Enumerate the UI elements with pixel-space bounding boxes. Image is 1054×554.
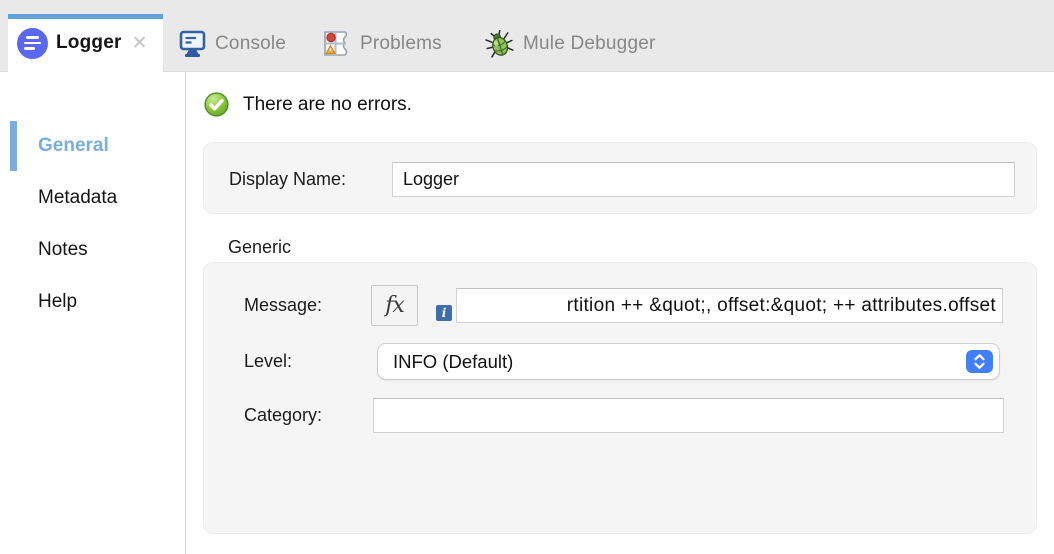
close-icon[interactable]: ✕ — [132, 34, 148, 53]
validation-status: There are no errors. — [204, 92, 412, 117]
expression-fx-button[interactable]: fx — [371, 285, 418, 326]
message-label: Message: — [244, 288, 322, 323]
tab-mule-debugger[interactable]: Mule Debugger — [485, 24, 656, 64]
editor-tab-bar: Logger ✕ Console Problems — [0, 0, 1054, 72]
tab-logger-label: Logger — [56, 32, 122, 54]
generic-section-title: Generic — [228, 237, 291, 258]
bug-icon — [485, 30, 514, 59]
sidebar-item-general-label: General — [38, 135, 109, 157]
tab-problems[interactable]: Problems — [321, 24, 442, 64]
category-label: Category: — [244, 398, 322, 433]
properties-sidebar: General Metadata Notes Help — [0, 72, 186, 554]
tab-logger[interactable]: Logger ✕ — [8, 14, 163, 72]
display-name-panel: Display Name: — [203, 142, 1037, 214]
level-select[interactable]: INFO (Default) — [378, 344, 999, 379]
sidebar-item-help[interactable]: Help — [0, 276, 185, 328]
generic-panel: Message: fx i Level: INFO (Default) Cate… — [203, 262, 1037, 534]
select-stepper-icon — [966, 350, 993, 373]
sidebar-item-notes-label: Notes — [38, 239, 88, 261]
logger-icon — [17, 28, 48, 59]
fx-icon: fx — [385, 293, 404, 318]
tab-problems-label: Problems — [360, 33, 442, 55]
problems-icon — [321, 29, 351, 59]
sidebar-item-metadata[interactable]: Metadata — [0, 172, 185, 224]
display-name-input[interactable] — [392, 162, 1015, 197]
message-input[interactable] — [456, 288, 1003, 323]
category-input[interactable] — [373, 398, 1004, 433]
info-icon[interactable]: i — [436, 305, 452, 321]
display-name-label: Display Name: — [229, 162, 346, 197]
status-message: There are no errors. — [243, 94, 412, 116]
sidebar-item-general[interactable]: General — [0, 120, 185, 172]
level-label: Level: — [244, 344, 292, 379]
tab-console[interactable]: Console — [179, 24, 286, 64]
level-select-value: INFO (Default) — [378, 351, 513, 373]
sidebar-item-metadata-label: Metadata — [38, 187, 117, 209]
tab-console-label: Console — [215, 33, 286, 55]
sidebar-item-help-label: Help — [38, 291, 77, 313]
tab-mule-debugger-label: Mule Debugger — [523, 33, 656, 55]
logger-properties-view: Logger ✕ Console Problems — [0, 0, 1054, 554]
console-monitor-icon — [179, 29, 206, 59]
sidebar-item-notes[interactable]: Notes — [0, 224, 185, 276]
success-check-icon — [204, 92, 229, 117]
